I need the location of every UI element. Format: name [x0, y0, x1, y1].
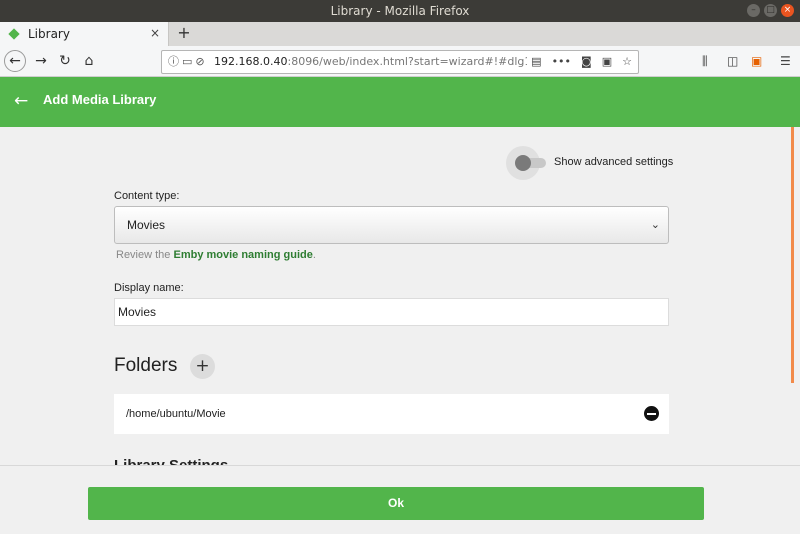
- content-type-value: Movies: [127, 218, 166, 232]
- naming-guide-link[interactable]: Emby movie naming guide: [173, 249, 312, 261]
- menu-icon[interactable]: ☰: [780, 50, 791, 72]
- chevron-down-icon: ⌄: [650, 219, 660, 231]
- pocket-icon[interactable]: ◙: [581, 51, 592, 73]
- ok-button[interactable]: Ok: [88, 487, 704, 520]
- remove-folder-icon[interactable]: [644, 406, 659, 421]
- reload-button[interactable]: ↻: [54, 50, 76, 72]
- navigation-bar: ← → ↻ ⌂ ⓘ▭⊘ 192.168.0.40:8096/web/index.…: [0, 46, 800, 77]
- display-name-input[interactable]: Movies: [114, 298, 669, 326]
- close-icon[interactable]: ×: [781, 4, 794, 17]
- sidebar-icon[interactable]: ◫: [727, 50, 738, 72]
- url-actions: ▤ ••• ◙ ▣ ☆: [527, 51, 632, 73]
- folders-heading: Folders: [114, 355, 178, 376]
- display-name-value: Movies: [118, 305, 157, 319]
- toggle-knob: [515, 155, 531, 171]
- scrollbar[interactable]: [791, 127, 794, 383]
- hint-prefix: Review the: [116, 249, 174, 261]
- header-back-icon[interactable]: ←: [14, 90, 28, 112]
- window-titlebar: Library - Mozilla Firefox – □ ×: [0, 0, 800, 22]
- advanced-settings-label: Show advanced settings: [554, 156, 674, 168]
- minimize-icon[interactable]: –: [747, 4, 760, 17]
- add-folder-button[interactable]: +: [190, 354, 215, 379]
- page-title: Add Media Library: [43, 92, 157, 107]
- dialog-footer: Ok: [0, 465, 800, 534]
- display-name-label: Display name:: [114, 282, 184, 294]
- app-header: ← Add Media Library: [0, 77, 800, 127]
- back-button[interactable]: ←: [4, 50, 26, 72]
- library-icon[interactable]: ⫼: [702, 50, 708, 72]
- hint-suffix: .: [312, 249, 316, 261]
- content-type-label: Content type:: [114, 190, 180, 202]
- extension-icon[interactable]: ▣: [751, 50, 762, 72]
- naming-hint: Review the Emby movie naming guide.: [116, 249, 316, 261]
- folder-list-item[interactable]: /home/ubuntu/Movie: [114, 394, 669, 434]
- tab-close-icon[interactable]: ×: [150, 26, 160, 40]
- forward-button[interactable]: →: [30, 50, 52, 72]
- home-button[interactable]: ⌂: [78, 50, 100, 72]
- folder-path: /home/ubuntu/Movie: [126, 408, 226, 420]
- new-tab-button[interactable]: +: [174, 22, 194, 46]
- advanced-settings-toggle[interactable]: [506, 146, 546, 180]
- emby-favicon-icon: [8, 28, 20, 40]
- reader-view-icon[interactable]: ▤: [531, 51, 541, 73]
- library-settings-heading: Library Settings: [114, 457, 228, 465]
- content-type-select[interactable]: Movies ⌄: [114, 206, 669, 244]
- bookmark-star-icon[interactable]: ☆: [622, 51, 632, 73]
- url-path: :8096/web/index.html?start=wizard#!#dlg1: [287, 55, 532, 68]
- tab-label: Library: [28, 27, 70, 41]
- window-title: Library - Mozilla Firefox: [330, 4, 470, 18]
- url-text: 192.168.0.40:8096/web/index.html?start=w…: [214, 51, 531, 73]
- url-bar[interactable]: ⓘ▭⊘ 192.168.0.40:8096/web/index.html?sta…: [161, 50, 639, 74]
- advanced-settings-toggle-row[interactable]: Show advanced settings: [506, 146, 674, 180]
- site-info-icon[interactable]: ⓘ▭⊘: [168, 51, 208, 73]
- tab-library[interactable]: Library ×: [0, 22, 169, 46]
- maximize-icon[interactable]: □: [764, 4, 777, 17]
- dialog-content[interactable]: Show advanced settings Content type: Mov…: [0, 127, 786, 465]
- tab-strip: Library × +: [0, 22, 800, 46]
- window-controls: – □ ×: [747, 4, 794, 17]
- extension-badge-icon[interactable]: ▣: [602, 51, 612, 73]
- page-actions-icon[interactable]: •••: [552, 51, 571, 73]
- url-host: 192.168.0.40: [214, 55, 288, 68]
